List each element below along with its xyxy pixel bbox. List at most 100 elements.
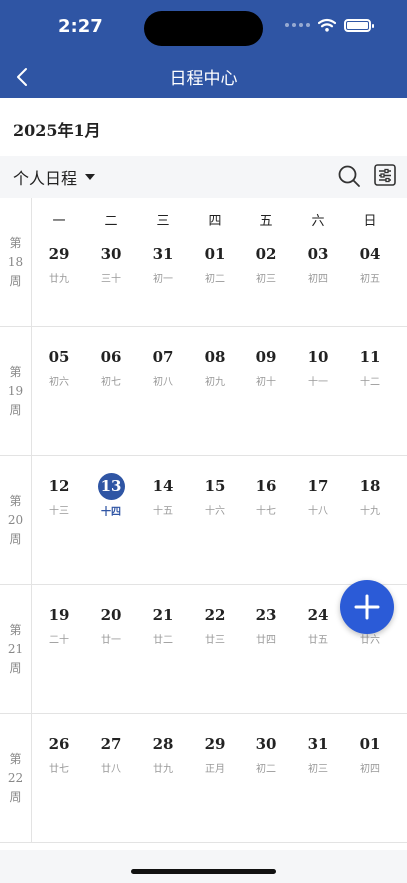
calendar-type-dropdown[interactable]: 个人日程 <box>13 165 96 189</box>
lunar-date: 初一 <box>153 274 173 285</box>
day-cell[interactable]: 29 廿九 <box>33 241 85 285</box>
week-label-part: 第 <box>9 235 22 250</box>
day-number: 15 <box>204 477 226 495</box>
day-cell[interactable]: 31 初一 <box>137 241 189 285</box>
lunar-date: 初二 <box>205 274 225 285</box>
day-cell[interactable]: 02 初三 <box>240 241 292 285</box>
day-cell[interactable]: 20 廿一 <box>85 602 137 646</box>
week-label-part: 18 <box>7 254 24 269</box>
week-label-part: 20 <box>7 512 24 527</box>
day-number: 14 <box>152 477 174 495</box>
day-cell[interactable]: 16 十七 <box>240 473 292 517</box>
lunar-date: 初八 <box>153 377 173 388</box>
day-number: 07 <box>152 348 174 366</box>
day-cell[interactable]: 06 初七 <box>85 344 137 388</box>
lunar-date: 二十 <box>49 635 69 646</box>
day-number: 27 <box>100 735 122 753</box>
lunar-date: 初三 <box>308 764 328 775</box>
week-label-part: 21 <box>7 641 24 656</box>
day-cell[interactable]: 17 十八 <box>292 473 344 517</box>
day-cell[interactable]: 08 初九 <box>189 344 241 388</box>
week-number-label: 第 20 周 <box>0 456 32 584</box>
day-cell[interactable]: 30 初二 <box>240 731 292 775</box>
lunar-date: 廿八 <box>101 764 121 775</box>
day-cell[interactable]: 18 十九 <box>344 473 396 517</box>
lunar-date: 初九 <box>205 377 225 388</box>
day-cell[interactable]: 01 初四 <box>344 731 396 775</box>
lunar-date: 初六 <box>49 377 69 388</box>
day-cell[interactable]: 15 十六 <box>189 473 241 517</box>
day-cell[interactable]: 09 初十 <box>240 344 292 388</box>
lunar-date: 廿五 <box>308 635 328 646</box>
day-cell[interactable]: 27 廿八 <box>85 731 137 775</box>
day-cell[interactable]: 21 廿二 <box>137 602 189 646</box>
week-number-label: 第 18 周 <box>0 198 32 326</box>
week-label-part: 周 <box>9 660 22 675</box>
lunar-date: 初三 <box>256 274 276 285</box>
day-number: 22 <box>204 606 226 624</box>
day-cell[interactable]: 10 十一 <box>292 344 344 388</box>
week-row: 第 18 周 29 廿九 30 三十 31 初一 01 初二 02 初三 03 初四 04 初五 <box>0 198 407 327</box>
day-cell[interactable]: 04 初五 <box>344 241 396 285</box>
sliders-icon[interactable] <box>373 163 397 187</box>
day-number: 06 <box>100 348 122 366</box>
day-cell[interactable]: 30 三十 <box>85 241 137 285</box>
lunar-date: 十八 <box>308 506 328 517</box>
month-header: 2025年1月 <box>0 98 407 156</box>
day-cell-today[interactable]: 13 十四 <box>85 473 137 518</box>
day-cell[interactable]: 01 初二 <box>189 241 241 285</box>
lunar-date: 初四 <box>308 274 328 285</box>
week-label-part: 第 <box>9 493 22 508</box>
lunar-date: 三十 <box>101 274 121 285</box>
day-cell[interactable]: 05 初六 <box>33 344 85 388</box>
day-number: 21 <box>152 606 174 624</box>
day-number: 31 <box>307 735 329 753</box>
day-cell[interactable]: 19 二十 <box>33 602 85 646</box>
lunar-date: 十九 <box>360 506 380 517</box>
day-cell[interactable]: 28 廿九 <box>137 731 189 775</box>
day-cell[interactable]: 11 十二 <box>344 344 396 388</box>
lunar-date: 十二 <box>360 377 380 388</box>
day-cell[interactable]: 24 廿五 <box>292 602 344 646</box>
day-number: 19 <box>48 606 70 624</box>
wifi-icon <box>318 18 336 32</box>
day-cell[interactable]: 22 廿三 <box>189 602 241 646</box>
day-cell[interactable]: 23 廿四 <box>240 602 292 646</box>
day-cell[interactable]: 07 初八 <box>137 344 189 388</box>
week-row: 第 20 周 12 十三 13 十四 14 十五 15 十六 16 十七 17 十八 18 十九 <box>0 456 407 585</box>
lunar-date: 十三 <box>49 506 69 517</box>
day-number: 18 <box>359 477 381 495</box>
week-label-part: 第 <box>9 622 22 637</box>
home-indicator <box>131 869 276 874</box>
day-cell[interactable]: 12 十三 <box>33 473 85 517</box>
lunar-date: 初七 <box>101 377 121 388</box>
day-cell[interactable]: 31 初三 <box>292 731 344 775</box>
lunar-date: 廿四 <box>256 635 276 646</box>
add-schedule-button[interactable] <box>340 580 394 634</box>
lunar-date: 廿一 <box>101 635 121 646</box>
day-cell[interactable]: 14 十五 <box>137 473 189 517</box>
day-number: 23 <box>255 606 277 624</box>
week-row: 第 19 周 05 初六 06 初七 07 初八 08 初九 09 初十 10 十一 11 十二 <box>0 327 407 456</box>
lunar-date: 廿九 <box>153 764 173 775</box>
day-number: 24 <box>307 606 329 624</box>
day-cell[interactable]: 29 正月 <box>189 731 241 775</box>
day-number: 12 <box>48 477 70 495</box>
day-number: 02 <box>255 245 277 263</box>
day-number: 17 <box>307 477 329 495</box>
lunar-date: 初二 <box>256 764 276 775</box>
day-number: 08 <box>204 348 226 366</box>
week-label-part: 19 <box>7 383 24 398</box>
lunar-date: 正月 <box>205 764 225 775</box>
week-label-part: 周 <box>9 402 22 417</box>
month-label[interactable]: 2025年1月 <box>13 117 101 141</box>
day-number: 09 <box>255 348 277 366</box>
search-icon[interactable] <box>337 164 361 188</box>
week-number-label: 第 19 周 <box>0 327 32 455</box>
lunar-date: 十一 <box>308 377 328 388</box>
battery-icon <box>344 18 374 32</box>
day-cell[interactable]: 03 初四 <box>292 241 344 285</box>
lunar-date: 廿三 <box>205 635 225 646</box>
day-cell[interactable]: 26 廿七 <box>33 731 85 775</box>
day-number: 30 <box>100 245 122 263</box>
